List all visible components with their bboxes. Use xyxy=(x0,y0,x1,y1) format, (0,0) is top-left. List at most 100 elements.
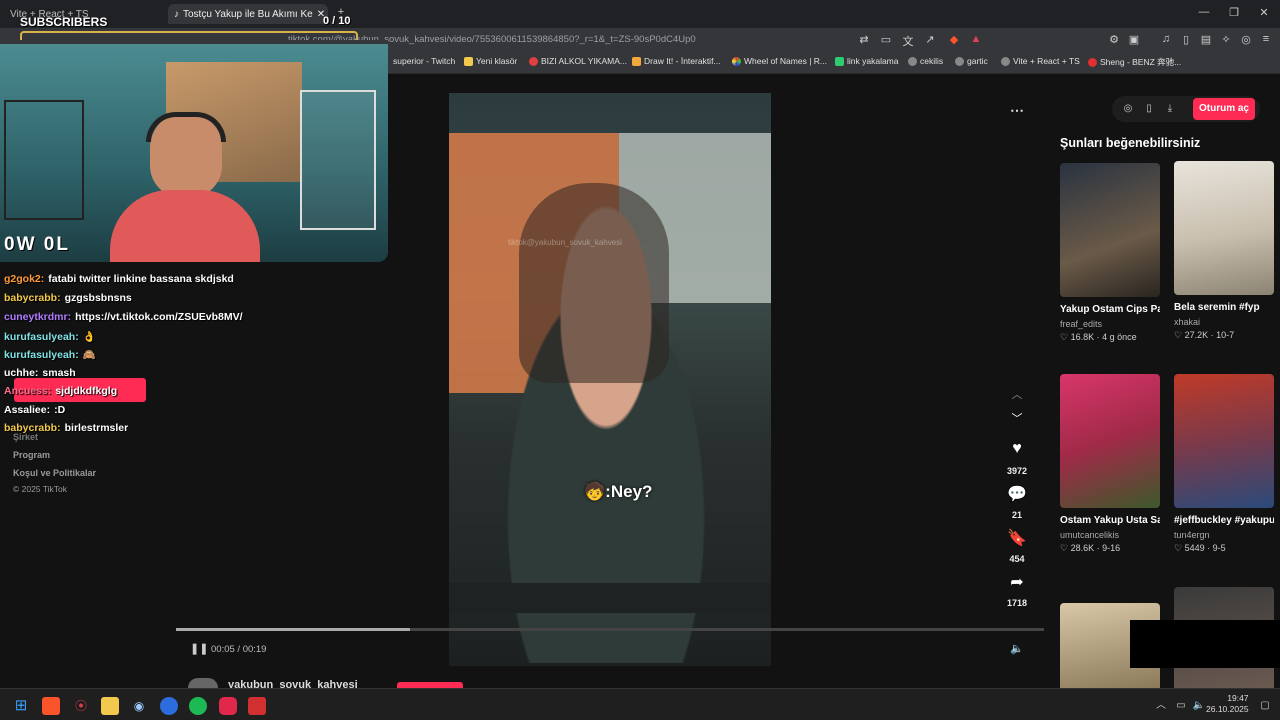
download-icon[interactable]: ⤓ xyxy=(1161,100,1179,118)
bookmark-item[interactable]: Draw It! - İnteraktif... xyxy=(632,56,721,66)
save-count: 454 xyxy=(1009,554,1025,564)
translate-icon[interactable]: ⇄ xyxy=(856,33,872,46)
bookmark-icon[interactable]: 🔖 xyxy=(997,528,1037,548)
site-icon xyxy=(1088,57,1097,67)
network-icon[interactable]: ▭ xyxy=(1172,697,1190,715)
shelf xyxy=(4,100,84,220)
bookmark-item[interactable]: Yeni klasör xyxy=(464,56,517,66)
webcam-overlay xyxy=(0,40,388,262)
minimize-icon[interactable]: — xyxy=(1196,6,1212,18)
sidebar-link-program[interactable]: Program xyxy=(13,450,50,460)
windows-taskbar: ⊞ ⦿ ◉ ︿ ▭ 🔈 19:47 26.10.2025 ▢ xyxy=(0,688,1280,720)
creator-icon[interactable]: ◎ xyxy=(1119,100,1137,118)
leo-icon[interactable]: ✧ xyxy=(1218,33,1234,46)
sidebar-icon[interactable]: ▯ xyxy=(1178,33,1194,46)
language-icon[interactable]: 文 xyxy=(900,33,916,49)
share-arrow-icon[interactable]: ➦ xyxy=(997,572,1037,592)
next-video-icon[interactable]: ﹀ xyxy=(997,410,1037,426)
extensions-icon[interactable]: ⚙ xyxy=(1106,33,1122,46)
sidebar-link-terms[interactable]: Koşul ve Politikalar xyxy=(13,468,96,478)
video-player[interactable] xyxy=(449,93,771,666)
video-watermark: tiktok@yakubun_sovuk_kahvesi xyxy=(508,238,622,247)
bookmark-item[interactable]: Vite + React + TS xyxy=(1001,56,1080,66)
brave-shield-icon[interactable]: ◆ xyxy=(946,33,962,46)
chat-message: kurufasulyeah: 🙈 xyxy=(4,349,96,361)
wallet-icon[interactable]: ▤ xyxy=(1198,33,1214,46)
app-icon[interactable] xyxy=(160,697,178,715)
video-progress-bar[interactable] xyxy=(176,628,1044,631)
app-icon[interactable] xyxy=(219,697,237,715)
video-subject-hair xyxy=(519,183,669,383)
chat-message: g2gok2: fatabi twitter linkine bassana sk… xyxy=(4,273,234,285)
more-options-icon[interactable]: ⋯ xyxy=(1010,102,1024,119)
tab-title: Tostçu Yakup ile Bu Akımı Ke xyxy=(183,8,313,20)
suggestion-thumbnail xyxy=(1060,374,1160,508)
overlay-black-box xyxy=(1130,620,1280,668)
globe-icon xyxy=(908,56,917,66)
video-progress-fill xyxy=(176,628,411,631)
chat-message: cuneytkrdmr: https://vt.tiktok.com/ZSUEvb… xyxy=(4,311,243,323)
site-icon xyxy=(835,56,844,66)
menu-icon[interactable]: ≡ xyxy=(1258,33,1274,45)
suggestion-thumbnail xyxy=(1060,163,1160,297)
maximize-icon[interactable]: ❐ xyxy=(1226,6,1242,19)
bookmark-item[interactable]: Sheng - BENZ 奔驰... xyxy=(1088,56,1181,68)
browser-tab-bar: Vite + React + TS ♪ Tostçu Yakup ile Bu … xyxy=(0,0,1280,28)
site-icon xyxy=(732,56,741,66)
suggestion-card[interactable]: Ostam Yakup Usta Savuk Kahve Edit ... um… xyxy=(1060,374,1160,554)
video-counter xyxy=(449,583,771,613)
cast-icon[interactable]: ▭ xyxy=(878,33,894,46)
share-icon[interactable]: ↗ xyxy=(922,33,938,46)
suggestion-thumbnail xyxy=(1174,374,1274,508)
tab-tiktok[interactable]: ♪ Tostçu Yakup ile Bu Akımı Ke ✕ xyxy=(168,4,328,24)
bookmark-item[interactable]: link yakalama xyxy=(835,56,899,66)
bookmark-item[interactable]: gartic xyxy=(955,56,988,66)
brave-rewards-icon[interactable]: ▲ xyxy=(968,33,984,45)
system-clock[interactable]: 19:47 26.10.2025 xyxy=(1206,693,1249,715)
suggestion-thumbnail xyxy=(1174,161,1274,295)
subscribers-label: SUBSCRIBERS xyxy=(20,15,108,29)
steam-icon[interactable]: ◉ xyxy=(130,697,148,715)
file-explorer-icon[interactable] xyxy=(101,697,119,715)
like-heart-icon[interactable]: ♥ xyxy=(997,440,1037,458)
author-name[interactable]: yakubun_sovuk_kahvesi xyxy=(228,680,358,688)
app-icon[interactable] xyxy=(248,697,266,715)
tray-chevron-icon[interactable]: ︿ xyxy=(1152,697,1170,715)
comment-icon[interactable]: 💬 xyxy=(997,484,1037,504)
bookmark-item[interactable]: cekilis xyxy=(908,56,943,66)
vpn-icon[interactable]: ◎ xyxy=(1238,33,1254,46)
suggestion-card[interactable]: Yakup Ostam Cips Patlatıyor(: #yakup... … xyxy=(1060,163,1160,343)
author-avatar[interactable] xyxy=(188,678,218,688)
notification-icon[interactable]: ▢ xyxy=(1256,697,1274,715)
bookmark-item[interactable]: BIZI ALKOL YIKAMA... xyxy=(529,56,627,66)
chat-message: Ancuess: sjdjdkdfkglg xyxy=(4,385,118,397)
close-window-icon[interactable]: ✕ xyxy=(1256,6,1272,19)
brave-browser-icon[interactable] xyxy=(42,697,60,715)
suggestions-title: Şunları beğenebilirsiniz xyxy=(1060,136,1201,150)
webcam-frame-edge xyxy=(0,40,388,44)
suggestion-card[interactable]: Bela seremin #fyp xhakai ♡ 27.2K · 10-7 xyxy=(1174,161,1274,341)
media-icon[interactable]: ♫ xyxy=(1158,33,1174,45)
pause-icon[interactable]: ❚❚ xyxy=(190,642,208,655)
device-icon[interactable]: ▯ xyxy=(1140,100,1158,118)
share-count: 1718 xyxy=(1006,598,1028,608)
streamer-shirt xyxy=(110,190,260,262)
video-caption: 🧒:Ney? xyxy=(584,482,653,501)
spotify-icon[interactable] xyxy=(189,697,207,715)
chat-message: kurufasulyeah: 👌 xyxy=(4,331,96,343)
like-count: 3972 xyxy=(1006,466,1028,476)
chat-message: babycrabb: birlestrmsler xyxy=(4,422,129,434)
volume-icon[interactable]: 🔈 xyxy=(1010,642,1024,655)
previous-video-icon[interactable]: ︿ xyxy=(997,386,1037,402)
windows-start-icon[interactable]: ⊞ xyxy=(12,697,30,715)
login-button[interactable]: Oturum aç xyxy=(1193,98,1255,120)
screenshot-icon[interactable]: ▣ xyxy=(1126,33,1142,46)
folder-icon xyxy=(464,56,473,66)
maps-pin-icon[interactable]: ⦿ xyxy=(72,697,90,715)
bookmark-item[interactable]: Wheel of Names | R... xyxy=(732,56,827,66)
suggestion-card[interactable]: #jeffbuckley #yakupusta #müzi... tun4erg… xyxy=(1174,374,1274,554)
shelf xyxy=(300,90,376,230)
chat-message: babycrabb: gzgsbsbnsns xyxy=(4,292,132,304)
win-loss-counter: 0W 0L xyxy=(4,234,70,255)
bookmark-item[interactable]: superior - Twitch xyxy=(393,56,455,66)
